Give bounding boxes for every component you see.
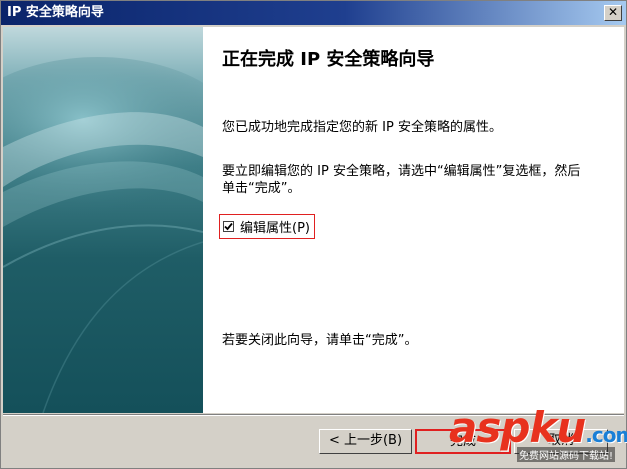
finish-button[interactable]: 完成 <box>415 429 511 454</box>
page-title: 正在完成 IP 安全策略向导 <box>222 49 435 70</box>
divider <box>3 414 624 416</box>
checkmark-icon <box>224 222 233 231</box>
close-icon[interactable]: ✕ <box>604 5 622 21</box>
wizard-content-pane: 正在完成 IP 安全策略向导 您已成功地完成指定您的新 IP 安全策略的属性。 … <box>203 27 624 413</box>
edit-properties-checkbox[interactable] <box>223 221 234 232</box>
edit-instructions: 要立即编辑您的 IP 安全策略，请选中“编辑属性”复选框，然后单击“完成”。 <box>222 164 581 196</box>
back-button[interactable]: < 上一步(B) <box>319 429 412 454</box>
close-instructions: 若要关闭此向导，请单击“完成”。 <box>222 333 418 348</box>
edit-properties-checkbox-row[interactable]: 编辑属性(P) <box>219 214 315 239</box>
wizard-window: IP 安全策略向导 ✕ 正在完成 IP 安全策略向导 您已成功地完成指定您的新 … <box>0 0 627 469</box>
success-message: 您已成功地完成指定您的新 IP 安全策略的属性。 <box>222 120 502 135</box>
edit-properties-label[interactable]: 编辑属性(P) <box>240 217 310 236</box>
cancel-button[interactable]: 取消 <box>514 429 608 454</box>
title-bar[interactable]: IP 安全策略向导 ✕ <box>1 1 626 25</box>
window-title: IP 安全策略向导 <box>7 5 104 20</box>
wizard-side-image <box>3 27 203 413</box>
button-bar: < 上一步(B) 完成 取消 <box>1 413 626 468</box>
teal-wave-graphic <box>3 57 203 413</box>
